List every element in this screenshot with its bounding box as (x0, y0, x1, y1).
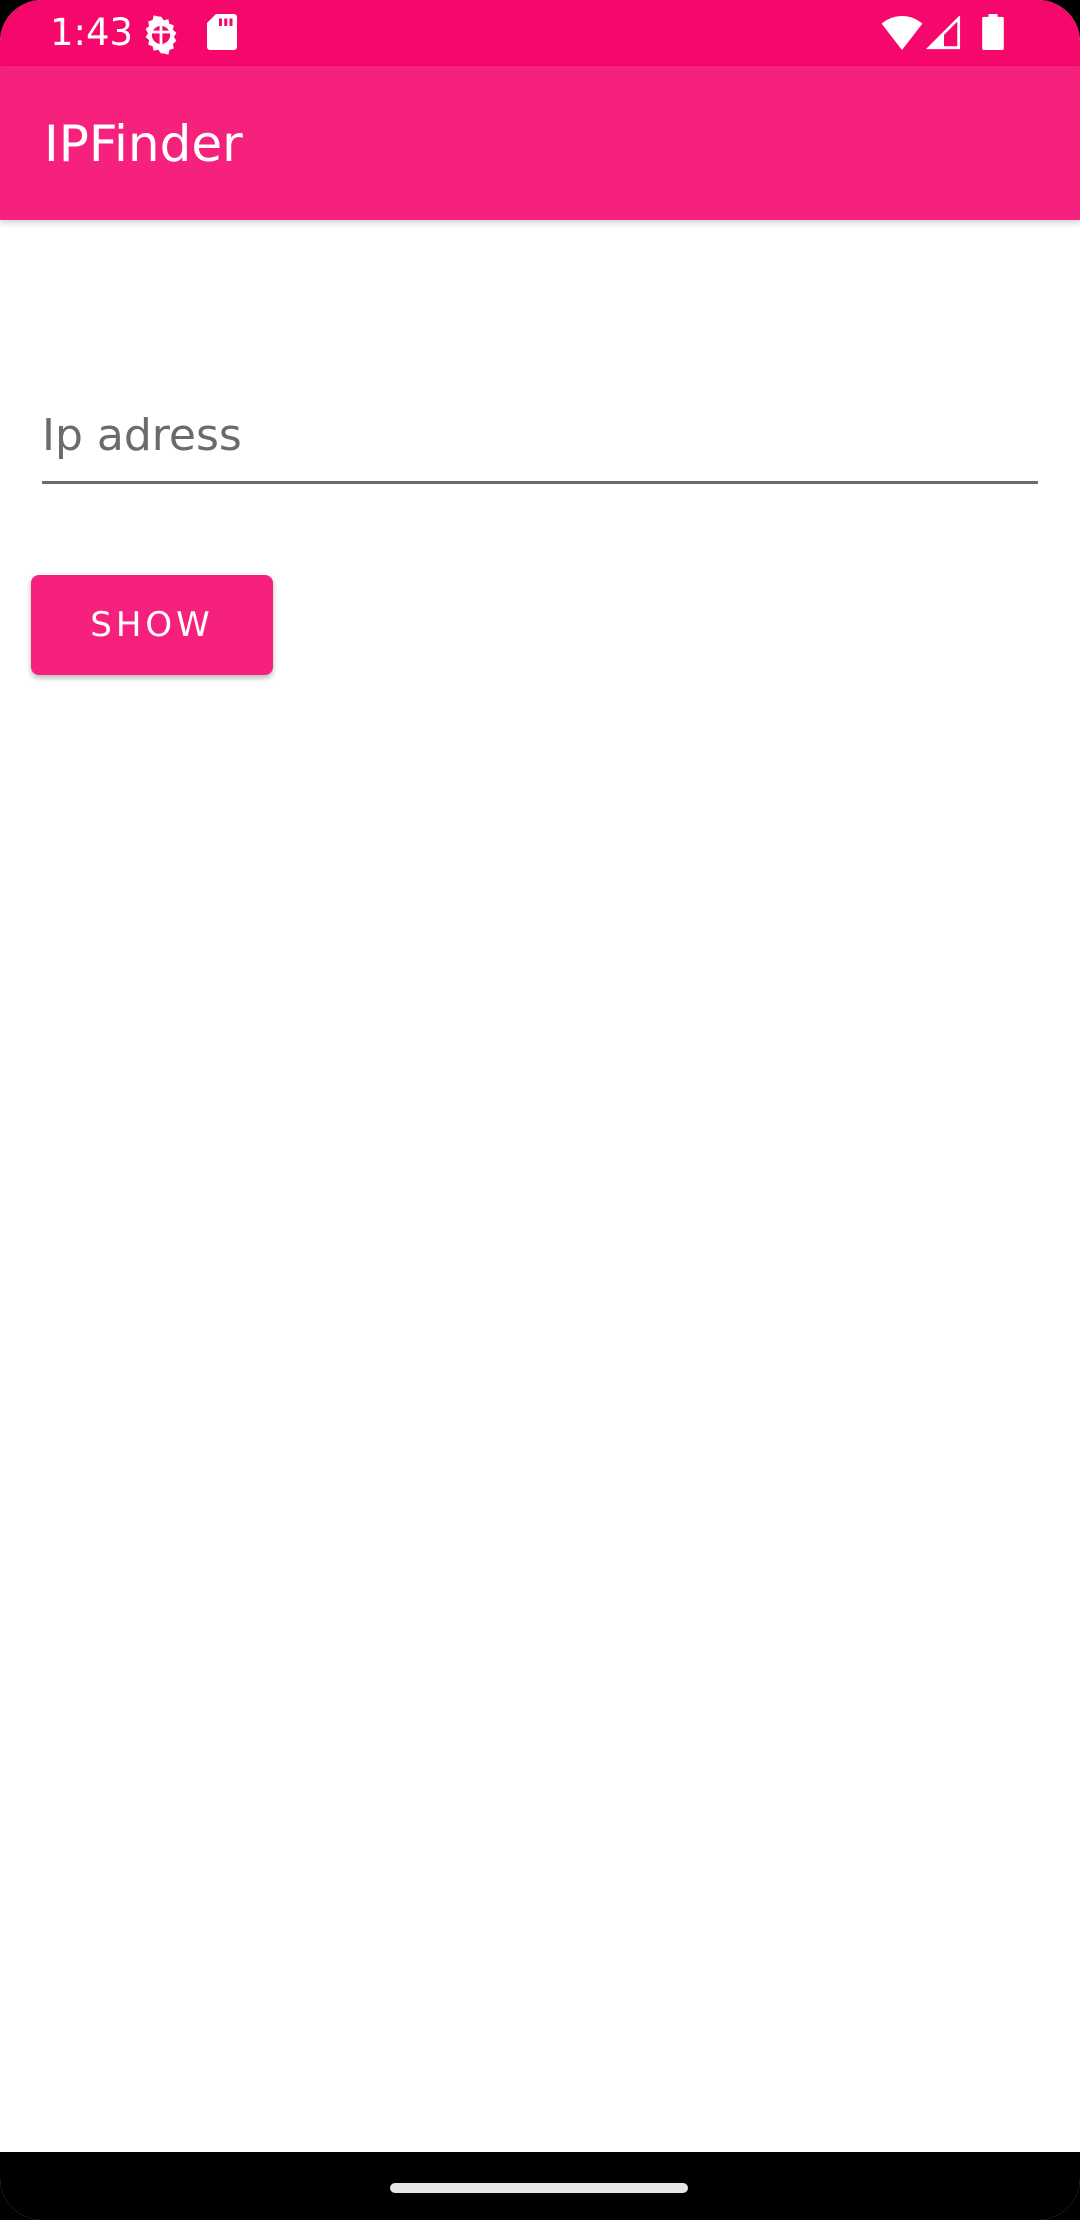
app-title: IPFinder (44, 115, 243, 173)
main-content: SHOW (0, 220, 1080, 2152)
home-gesture-handle[interactable] (390, 2183, 688, 2193)
sd-card-icon (207, 14, 237, 50)
status-time: 1:43 (50, 11, 134, 54)
settings-gear-icon (145, 15, 177, 55)
show-button[interactable]: SHOW (31, 575, 273, 675)
ip-address-input[interactable] (42, 390, 1038, 484)
navigation-bar (0, 2152, 1080, 2220)
cell-signal-icon (926, 16, 961, 50)
phone-screen: 1:43 IPFinder SHOW (0, 0, 1080, 2220)
battery-icon (982, 14, 1004, 50)
wifi-icon (881, 16, 923, 50)
status-bar: 1:43 (0, 0, 1080, 66)
app-bar: IPFinder (0, 66, 1080, 220)
